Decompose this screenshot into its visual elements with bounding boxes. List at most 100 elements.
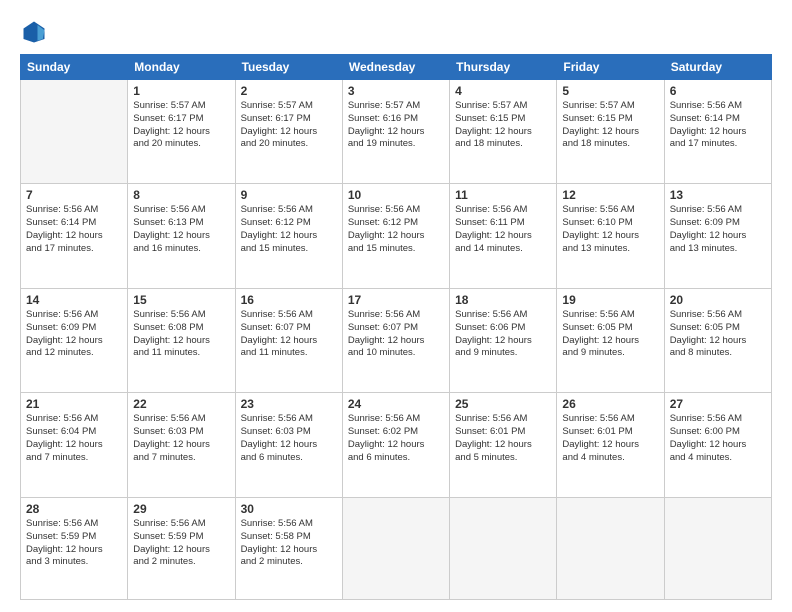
calendar-week-row: 1 Sunrise: 5:57 AMSunset: 6:17 PMDaylight…: [21, 80, 772, 184]
cell-info: Sunrise: 5:56 AMSunset: 6:01 PMDaylight:…: [455, 413, 551, 464]
day-number: 20: [670, 293, 766, 307]
day-number: 4: [455, 84, 551, 98]
calendar-cell: 22 Sunrise: 5:56 AMSunset: 6:03 PMDayligh…: [128, 393, 235, 497]
calendar-cell: 19 Sunrise: 5:56 AMSunset: 6:05 PMDayligh…: [557, 288, 664, 392]
cell-info: Sunrise: 5:56 AMSunset: 6:05 PMDaylight:…: [670, 309, 766, 360]
cell-info: Sunrise: 5:57 AMSunset: 6:16 PMDaylight:…: [348, 100, 444, 151]
day-number: 17: [348, 293, 444, 307]
cell-info: Sunrise: 5:56 AMSunset: 6:03 PMDaylight:…: [241, 413, 337, 464]
cell-info: Sunrise: 5:56 AMSunset: 6:01 PMDaylight:…: [562, 413, 658, 464]
cell-info: Sunrise: 5:56 AMSunset: 5:59 PMDaylight:…: [26, 518, 122, 569]
calendar-week-row: 21 Sunrise: 5:56 AMSunset: 6:04 PMDayligh…: [21, 393, 772, 497]
calendar-cell: [450, 497, 557, 599]
cell-info: Sunrise: 5:56 AMSunset: 6:07 PMDaylight:…: [348, 309, 444, 360]
day-number: 21: [26, 397, 122, 411]
calendar-cell: 12 Sunrise: 5:56 AMSunset: 6:10 PMDayligh…: [557, 184, 664, 288]
cell-info: Sunrise: 5:57 AMSunset: 6:15 PMDaylight:…: [455, 100, 551, 151]
day-number: 25: [455, 397, 551, 411]
day-number: 22: [133, 397, 229, 411]
calendar-cell: 17 Sunrise: 5:56 AMSunset: 6:07 PMDayligh…: [342, 288, 449, 392]
calendar-week-row: 14Sunrise: 5:56 AMSunset: 6:09 PMDayligh…: [21, 288, 772, 392]
cell-info: Sunrise: 5:56 AMSunset: 6:11 PMDaylight:…: [455, 204, 551, 255]
cell-info: Sunrise: 5:56 AMSunset: 6:10 PMDaylight:…: [562, 204, 658, 255]
calendar-cell: 15Sunrise: 5:56 AMSunset: 6:08 PMDayligh…: [128, 288, 235, 392]
calendar-day-header: Sunday: [21, 55, 128, 80]
day-number: 6: [670, 84, 766, 98]
calendar-day-header: Wednesday: [342, 55, 449, 80]
day-number: 29: [133, 502, 229, 516]
header: [20, 18, 772, 46]
cell-info: Sunrise: 5:56 AMSunset: 5:59 PMDaylight:…: [133, 518, 229, 569]
day-number: 19: [562, 293, 658, 307]
logo-icon: [20, 18, 48, 46]
day-number: 23: [241, 397, 337, 411]
calendar-cell: 16Sunrise: 5:56 AMSunset: 6:07 PMDayligh…: [235, 288, 342, 392]
calendar-cell: 26 Sunrise: 5:56 AMSunset: 6:01 PMDayligh…: [557, 393, 664, 497]
day-number: 9: [241, 188, 337, 202]
calendar-cell: [557, 497, 664, 599]
cell-info: Sunrise: 5:56 AMSunset: 6:00 PMDaylight:…: [670, 413, 766, 464]
calendar-cell: 28 Sunrise: 5:56 AMSunset: 5:59 PMDayligh…: [21, 497, 128, 599]
calendar-cell: 21 Sunrise: 5:56 AMSunset: 6:04 PMDayligh…: [21, 393, 128, 497]
cell-info: Sunrise: 5:57 AMSunset: 6:15 PMDaylight:…: [562, 100, 658, 151]
calendar-week-row: 28 Sunrise: 5:56 AMSunset: 5:59 PMDayligh…: [21, 497, 772, 599]
calendar-cell: 23 Sunrise: 5:56 AMSunset: 6:03 PMDayligh…: [235, 393, 342, 497]
day-number: 12: [562, 188, 658, 202]
day-number: 11: [455, 188, 551, 202]
day-number: 1: [133, 84, 229, 98]
calendar-cell: 14Sunrise: 5:56 AMSunset: 6:09 PMDayligh…: [21, 288, 128, 392]
calendar-cell: [342, 497, 449, 599]
calendar-cell: 1 Sunrise: 5:57 AMSunset: 6:17 PMDaylight…: [128, 80, 235, 184]
cell-info: Sunrise: 5:56 AMSunset: 6:06 PMDaylight:…: [455, 309, 551, 360]
cell-info: Sunrise: 5:56 AMSunset: 5:58 PMDaylight:…: [241, 518, 337, 569]
calendar-cell: 25 Sunrise: 5:56 AMSunset: 6:01 PMDayligh…: [450, 393, 557, 497]
day-number: 26: [562, 397, 658, 411]
cell-info: Sunrise: 5:57 AMSunset: 6:17 PMDaylight:…: [241, 100, 337, 151]
cell-info: Sunrise: 5:56 AMSunset: 6:12 PMDaylight:…: [348, 204, 444, 255]
calendar: SundayMondayTuesdayWednesdayThursdayFrid…: [20, 54, 772, 600]
day-number: 2: [241, 84, 337, 98]
calendar-day-header: Friday: [557, 55, 664, 80]
cell-info: Sunrise: 5:56 AMSunset: 6:09 PMDaylight:…: [670, 204, 766, 255]
calendar-cell: 24Sunrise: 5:56 AMSunset: 6:02 PMDayligh…: [342, 393, 449, 497]
calendar-cell: [664, 497, 771, 599]
calendar-cell: 30 Sunrise: 5:56 AMSunset: 5:58 PMDayligh…: [235, 497, 342, 599]
cell-info: Sunrise: 5:56 AMSunset: 6:14 PMDaylight:…: [26, 204, 122, 255]
calendar-cell: 8 Sunrise: 5:56 AMSunset: 6:13 PMDaylight…: [128, 184, 235, 288]
calendar-cell: 4 Sunrise: 5:57 AMSunset: 6:15 PMDaylight…: [450, 80, 557, 184]
calendar-cell: 3 Sunrise: 5:57 AMSunset: 6:16 PMDaylight…: [342, 80, 449, 184]
calendar-cell: [21, 80, 128, 184]
cell-info: Sunrise: 5:57 AMSunset: 6:17 PMDaylight:…: [133, 100, 229, 151]
cell-info: Sunrise: 5:56 AMSunset: 6:02 PMDaylight:…: [348, 413, 444, 464]
calendar-cell: 7 Sunrise: 5:56 AMSunset: 6:14 PMDaylight…: [21, 184, 128, 288]
calendar-cell: 11 Sunrise: 5:56 AMSunset: 6:11 PMDayligh…: [450, 184, 557, 288]
day-number: 30: [241, 502, 337, 516]
day-number: 7: [26, 188, 122, 202]
cell-info: Sunrise: 5:56 AMSunset: 6:13 PMDaylight:…: [133, 204, 229, 255]
cell-info: Sunrise: 5:56 AMSunset: 6:04 PMDaylight:…: [26, 413, 122, 464]
cell-info: Sunrise: 5:56 AMSunset: 6:03 PMDaylight:…: [133, 413, 229, 464]
cell-info: Sunrise: 5:56 AMSunset: 6:05 PMDaylight:…: [562, 309, 658, 360]
page: SundayMondayTuesdayWednesdayThursdayFrid…: [0, 0, 792, 612]
calendar-cell: 27Sunrise: 5:56 AMSunset: 6:00 PMDayligh…: [664, 393, 771, 497]
day-number: 8: [133, 188, 229, 202]
day-number: 3: [348, 84, 444, 98]
calendar-cell: 2 Sunrise: 5:57 AMSunset: 6:17 PMDaylight…: [235, 80, 342, 184]
day-number: 10: [348, 188, 444, 202]
calendar-day-header: Thursday: [450, 55, 557, 80]
calendar-day-header: Saturday: [664, 55, 771, 80]
calendar-header-row: SundayMondayTuesdayWednesdayThursdayFrid…: [21, 55, 772, 80]
calendar-cell: 9 Sunrise: 5:56 AMSunset: 6:12 PMDaylight…: [235, 184, 342, 288]
calendar-cell: 29 Sunrise: 5:56 AMSunset: 5:59 PMDayligh…: [128, 497, 235, 599]
cell-info: Sunrise: 5:56 AMSunset: 6:09 PMDaylight:…: [26, 309, 122, 360]
calendar-cell: 5Sunrise: 5:57 AMSunset: 6:15 PMDaylight…: [557, 80, 664, 184]
calendar-cell: 6Sunrise: 5:56 AMSunset: 6:14 PMDaylight…: [664, 80, 771, 184]
calendar-day-header: Monday: [128, 55, 235, 80]
day-number: 18: [455, 293, 551, 307]
logo: [20, 18, 52, 46]
day-number: 28: [26, 502, 122, 516]
cell-info: Sunrise: 5:56 AMSunset: 6:12 PMDaylight:…: [241, 204, 337, 255]
calendar-cell: 20 Sunrise: 5:56 AMSunset: 6:05 PMDayligh…: [664, 288, 771, 392]
day-number: 13: [670, 188, 766, 202]
calendar-cell: 10 Sunrise: 5:56 AMSunset: 6:12 PMDayligh…: [342, 184, 449, 288]
